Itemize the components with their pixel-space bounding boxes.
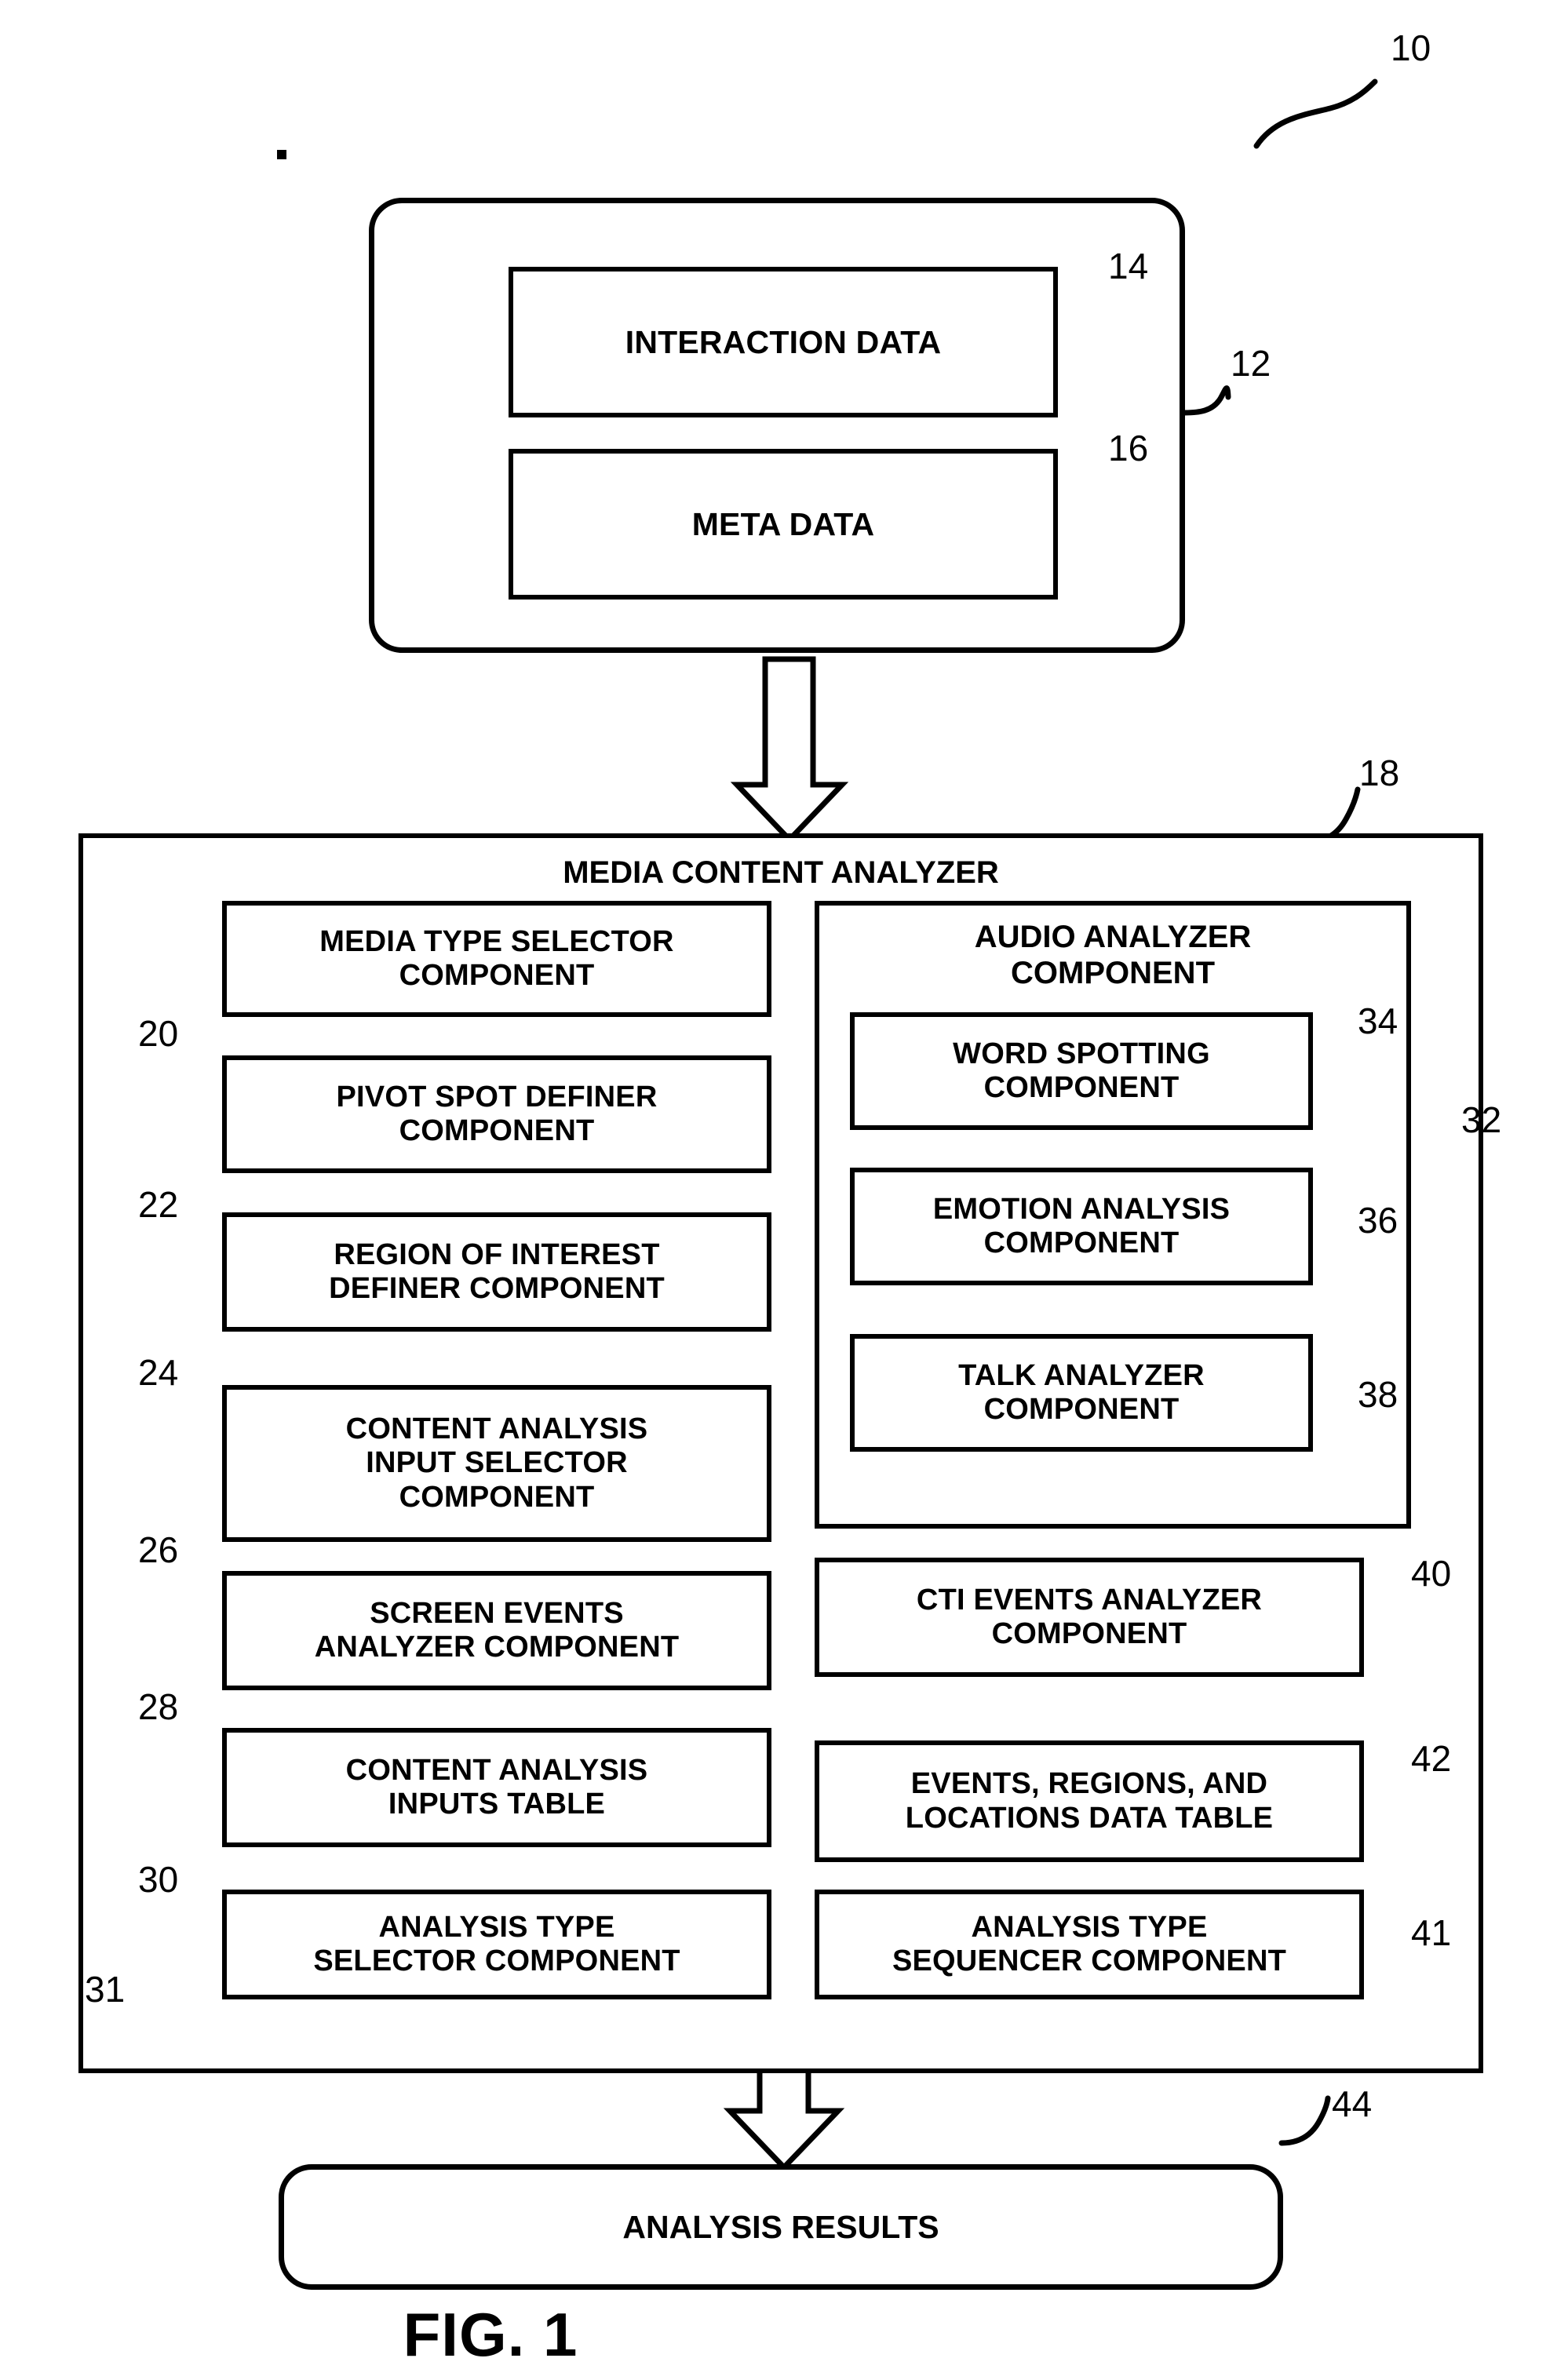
- figure-caption: FIG. 1: [403, 2300, 578, 2369]
- events-regions-locations-data-table-label: EVENTS, REGIONS, AND LOCATIONS DATA TABL…: [905, 1767, 1274, 1835]
- region-of-interest-definer-component-label: REGION OF INTEREST DEFINER COMPONENT: [329, 1237, 665, 1305]
- emotion-analysis-component-box: EMOTION ANALYSIS COMPONENT: [850, 1168, 1313, 1285]
- analysis-type-sequencer-component-box: ANALYSIS TYPE SEQUENCER COMPONENT: [815, 1890, 1364, 1999]
- cti-events-analyzer-component-label: CTI EVENTS ANALYZER COMPONENT: [916, 1583, 1263, 1650]
- analysis-type-selector-component-box: ANALYSIS TYPE SELECTOR COMPONENT: [222, 1890, 771, 1999]
- analysis-type-sequencer-component-label: ANALYSIS TYPE SEQUENCER COMPONENT: [892, 1910, 1287, 1977]
- emotion-analysis-component-label: EMOTION ANALYSIS COMPONENT: [932, 1192, 1231, 1259]
- content-analysis-input-selector-component-label: CONTENT ANALYSIS INPUT SELECTOR COMPONEN…: [345, 1412, 648, 1514]
- media-content-analyzer-title: MEDIA CONTENT ANALYZER: [563, 855, 999, 890]
- ref-numeral-36: 36: [1358, 1200, 1398, 1241]
- screen-events-analyzer-component-label: SCREEN EVENTS ANALYZER COMPONENT: [314, 1596, 680, 1664]
- ref-numeral-24: 24: [138, 1352, 179, 1393]
- ref-numeral-31: 31: [85, 1969, 126, 2010]
- word-spotting-component-box: WORD SPOTTING COMPONENT: [850, 1012, 1313, 1130]
- ref-numeral-34: 34: [1358, 1000, 1398, 1041]
- pivot-spot-definer-component-box: PIVOT SPOT DEFINER COMPONENT: [222, 1055, 771, 1173]
- ref-numeral-10: 10: [1391, 27, 1431, 68]
- meta-data-label: META DATA: [691, 505, 875, 542]
- ref-numeral-12: 12: [1231, 343, 1271, 384]
- region-of-interest-definer-component-box: REGION OF INTEREST DEFINER COMPONENT: [222, 1212, 771, 1332]
- ref-numeral-42: 42: [1411, 1738, 1452, 1779]
- screen-events-analyzer-component-box: SCREEN EVENTS ANALYZER COMPONENT: [222, 1571, 771, 1690]
- pivot-spot-definer-component-label: PIVOT SPOT DEFINER COMPONENT: [336, 1080, 658, 1147]
- cti-events-analyzer-component-box: CTI EVENTS ANALYZER COMPONENT: [815, 1558, 1364, 1677]
- content-analysis-input-selector-component-box: CONTENT ANALYSIS INPUT SELECTOR COMPONEN…: [222, 1385, 771, 1542]
- media-type-selector-component-label: MEDIA TYPE SELECTOR COMPONENT: [319, 924, 674, 992]
- interaction-data-box: INTERACTION DATA: [509, 267, 1058, 417]
- ref-numeral-16: 16: [1108, 428, 1149, 468]
- ref-numeral-32: 32: [1461, 1099, 1502, 1140]
- analysis-type-selector-component-label: ANALYSIS TYPE SELECTOR COMPONENT: [313, 1910, 680, 1977]
- leader-line-10: [1253, 78, 1378, 149]
- events-regions-locations-data-table-box: EVENTS, REGIONS, AND LOCATIONS DATA TABL…: [815, 1740, 1364, 1862]
- word-spotting-component-label: WORD SPOTTING COMPONENT: [953, 1037, 1210, 1104]
- analysis-results-label: ANALYSIS RESULTS: [622, 2208, 939, 2245]
- talk-analyzer-component-label: TALK ANALYZER COMPONENT: [958, 1358, 1205, 1426]
- ref-numeral-14: 14: [1108, 246, 1149, 286]
- talk-analyzer-component-box: TALK ANALYZER COMPONENT: [850, 1334, 1313, 1452]
- ref-numeral-20: 20: [138, 1013, 179, 1054]
- ref-numeral-26: 26: [138, 1529, 179, 1570]
- block-arrow-down-results: [723, 2062, 845, 2172]
- ref-numeral-40: 40: [1411, 1553, 1452, 1594]
- media-type-selector-component-box: MEDIA TYPE SELECTOR COMPONENT: [222, 901, 771, 1017]
- content-analysis-inputs-table-box: CONTENT ANALYSIS INPUTS TABLE: [222, 1728, 771, 1847]
- meta-data-box: META DATA: [509, 449, 1058, 600]
- ref-numeral-22: 22: [138, 1184, 179, 1225]
- ref-numeral-38: 38: [1358, 1374, 1398, 1415]
- ref-numeral-41: 41: [1411, 1912, 1452, 1953]
- analysis-results-box: ANALYSIS RESULTS: [279, 2164, 1283, 2290]
- patent-figure: 10 INTERACTION DATA META DATA 14 16 12 M…: [0, 0, 1568, 2380]
- ref-numeral-30: 30: [138, 1859, 179, 1900]
- leader-line-44: [1278, 2095, 1331, 2146]
- audio-analyzer-component-title: AUDIO ANALYZER COMPONENT: [974, 920, 1252, 990]
- content-analysis-inputs-table-label: CONTENT ANALYSIS INPUTS TABLE: [345, 1753, 648, 1821]
- ref-numeral-44: 44: [1332, 2083, 1373, 2124]
- block-arrow-down-main: [730, 656, 849, 844]
- ref-numeral-28: 28: [138, 1686, 179, 1727]
- leader-line-12: [1181, 385, 1231, 416]
- interaction-data-label: INTERACTION DATA: [625, 323, 942, 360]
- ref-numeral-18: 18: [1359, 753, 1400, 793]
